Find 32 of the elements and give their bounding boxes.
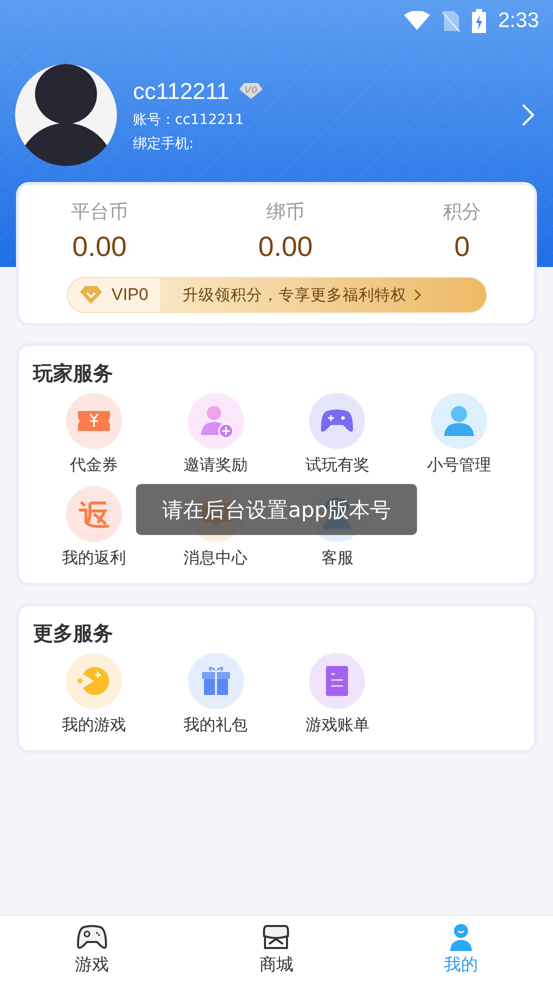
balance-value: 0 [454,231,470,263]
phone-label: 绑定手机: [133,134,194,152]
service-item[interactable]: 小号管理 [398,393,520,476]
chevron-right-icon [414,289,422,301]
diamond-icon [80,286,102,304]
clock-time: 2:33 [498,9,539,33]
section-title: 更多服务 [33,620,114,647]
balance-label: 积分 [443,200,481,225]
service-item[interactable]: 代金券 [33,393,155,476]
balance-label: 绑币 [266,200,304,225]
section-title: 玩家服务 [33,360,114,387]
vip-promo-text: 升级领积分，专享更多福利特权 [182,284,406,306]
battery-icon [472,9,486,33]
service-item[interactable]: 游戏账单 [276,653,398,736]
balance-value: 0.00 [258,231,313,263]
service-item[interactable]: 我的礼包 [154,653,276,736]
version-toast: 请在后台设置app版本号 [136,484,417,535]
vip-level: VIP0 [112,285,148,305]
account-id: 账号：cc112211 [133,110,244,128]
no-sim-icon [442,10,460,32]
service-item[interactable]: 试玩有奖 [276,393,398,476]
gamepad-icon [76,923,108,951]
balance-label: 平台币 [71,200,128,225]
chevron-right-icon[interactable] [521,103,535,127]
wifi-icon [404,11,430,31]
service-item[interactable]: 邀请奖励 [154,393,276,476]
service-item[interactable]: 我的游戏 [33,653,155,736]
tab[interactable]: 游戏 [0,916,184,983]
balance-value: 0.00 [72,231,127,263]
vip-banner[interactable]: VIP0 升级领积分，专享更多福利特权 [66,277,486,313]
tab[interactable]: 商城 [184,916,369,983]
username: cc112211 [133,78,230,104]
